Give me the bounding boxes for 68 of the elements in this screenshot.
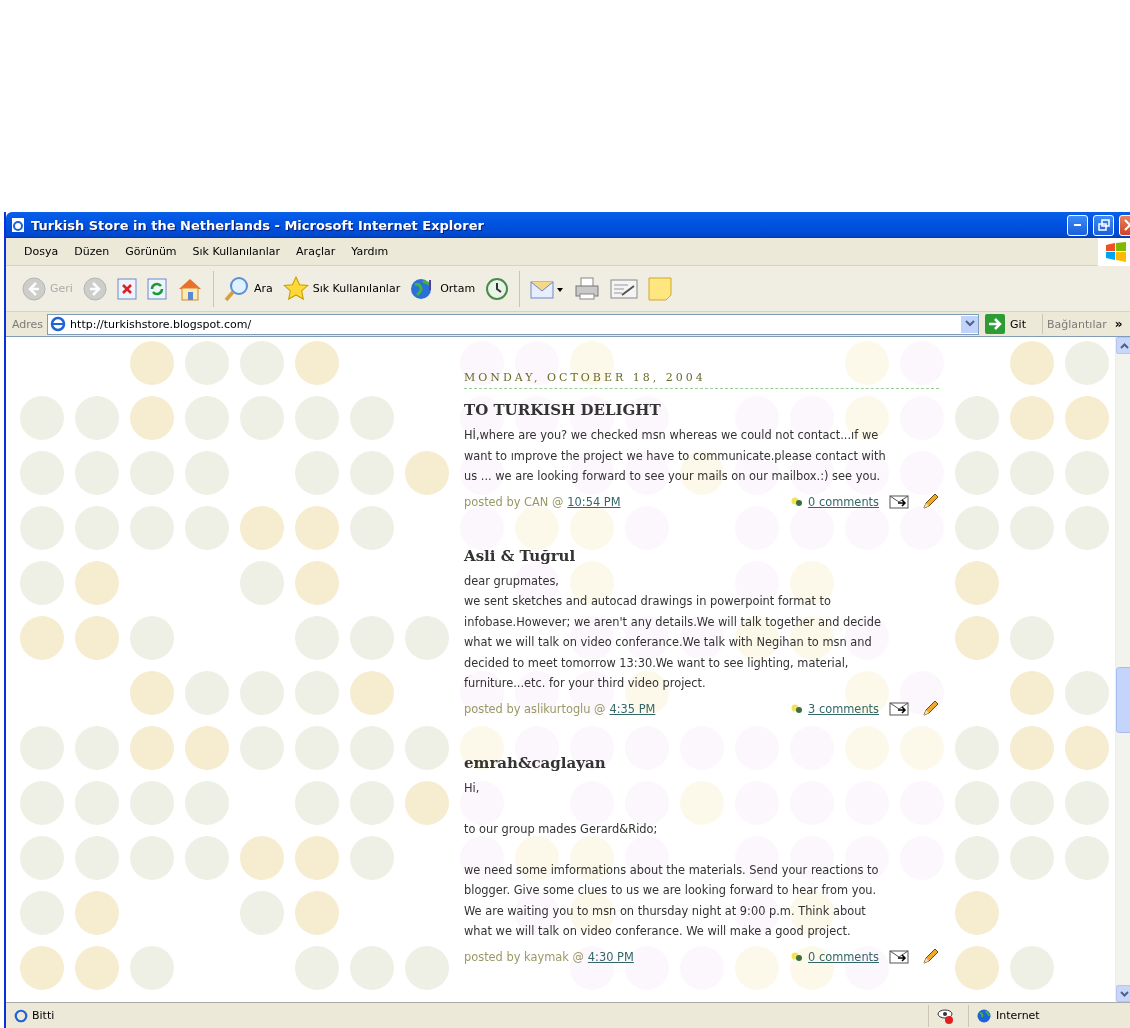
links-label[interactable]: Bağlantılar (1047, 317, 1107, 331)
comments-link[interactable]: 3 comments (808, 701, 879, 716)
favorites-button[interactable]: Sık Kullanılanlar (280, 273, 403, 304)
page-icon (14, 1008, 28, 1023)
restore-icon (1097, 219, 1110, 231)
post-title: Asli & Tuğrul (464, 546, 577, 565)
stop-icon (116, 277, 137, 300)
post-byline: posted by CAN @ (464, 494, 564, 509)
refresh-icon (146, 277, 167, 300)
privacy-eye-icon (937, 1007, 955, 1024)
stop-button[interactable] (114, 275, 139, 302)
post-title: TO TURKISH DELIGHT (464, 401, 662, 419)
comment-dots-icon (790, 703, 805, 714)
page-icon (50, 316, 67, 332)
email-post-icon[interactable] (889, 701, 909, 716)
windows-logo (1098, 237, 1130, 266)
media-button[interactable]: Ortam (408, 274, 478, 303)
post-byline: posted by kaymak @ (464, 949, 584, 964)
comment-dots-icon (790, 496, 805, 507)
more-chevron[interactable]: » (1114, 317, 1123, 331)
post-body: dear grupmates, we sent sketches and autocad drawings in powerpoint format to infobase.However; we aren't any details.We will talk together and decide what we will talk on video conferance.We talk with Negihan to msn and decided to meet tomorrow 13:30.We want to see lighting, material, furniture...etc. for your third video project. (464, 572, 882, 692)
menu-item[interactable]: Düzen (66, 245, 118, 258)
refresh-button[interactable] (144, 275, 169, 302)
post-title: emrah&caglayan (464, 753, 607, 772)
scrollbar-thumb[interactable] (1116, 667, 1130, 733)
post-time-link[interactable]: 4:35 PM (609, 701, 656, 716)
arrow-right-icon (985, 314, 1006, 334)
address-field[interactable]: http://turkishstore.blogspot.com/ (47, 313, 980, 335)
go-button[interactable]: Git (983, 314, 1043, 334)
window-title: Turkish Store in the Netherlands - Microsoft Internet Explorer (31, 217, 485, 233)
address-label: Adres (12, 317, 44, 331)
pencil-icon[interactable] (921, 947, 939, 966)
clock-icon (485, 276, 510, 301)
email-post-icon[interactable] (889, 494, 909, 509)
minimize-icon (1074, 224, 1081, 226)
post-byline: posted by aslikurtoglu @ (464, 701, 606, 716)
page-icon (10, 217, 26, 233)
pencil-icon[interactable] (921, 699, 939, 718)
zone-label: Internet (996, 1009, 1040, 1022)
magnifier-icon (223, 275, 250, 302)
restore-button[interactable] (1093, 214, 1114, 236)
scroll-up-icon (1119, 342, 1129, 349)
menu-item[interactable]: Sık Kullanılanlar (184, 245, 289, 258)
pencil-icon[interactable] (921, 492, 939, 511)
globe-icon (977, 1008, 991, 1023)
date-header: MONDAY, OCTOBER 18, 2004 (464, 371, 939, 389)
status-message: Bitti (32, 1009, 55, 1022)
comments-link[interactable]: 0 comments (808, 494, 879, 509)
comment-dots-icon (790, 951, 805, 962)
comments-link[interactable]: 0 comments (808, 949, 879, 964)
document-pen-icon (610, 277, 639, 300)
menu-item[interactable]: Dosya (16, 245, 67, 258)
post-body: Hi, to our group mades Gerard&Rido; we need some imformations about the materials. Send your reactions to blogger. Give some clues to us we are looking forward to hear from you. We are waiting you to msn on thursday night at 9:00 p.m. Think about what we will talk on video conferance. We will make a good project. (464, 779, 880, 940)
post-body: Hİ,where are you? we checked msn whereas we could not contact...ıf we want to ımprove the project we have to communicate.please contact with us ... we are looking forward to see your mails on our mailbox.:) see you. (464, 427, 887, 485)
search-button[interactable]: Ara (221, 273, 275, 304)
post-time-link[interactable]: 10:54 PM (567, 494, 621, 509)
menu-item[interactable]: Araçlar (288, 245, 344, 258)
post-time-link[interactable]: 4:30 PM (587, 949, 634, 964)
printer-icon (574, 276, 601, 301)
chevron-down-icon (964, 320, 975, 328)
sticky-note-icon (648, 276, 673, 301)
minimize-button[interactable] (1067, 214, 1088, 236)
star-icon (282, 275, 309, 302)
dropdown-button[interactable] (961, 315, 979, 333)
menu-item[interactable]: Görünüm (117, 245, 185, 258)
scroll-down-icon (1119, 990, 1129, 997)
email-post-icon[interactable] (889, 949, 909, 964)
menu-item[interactable]: Yardım (343, 245, 397, 258)
